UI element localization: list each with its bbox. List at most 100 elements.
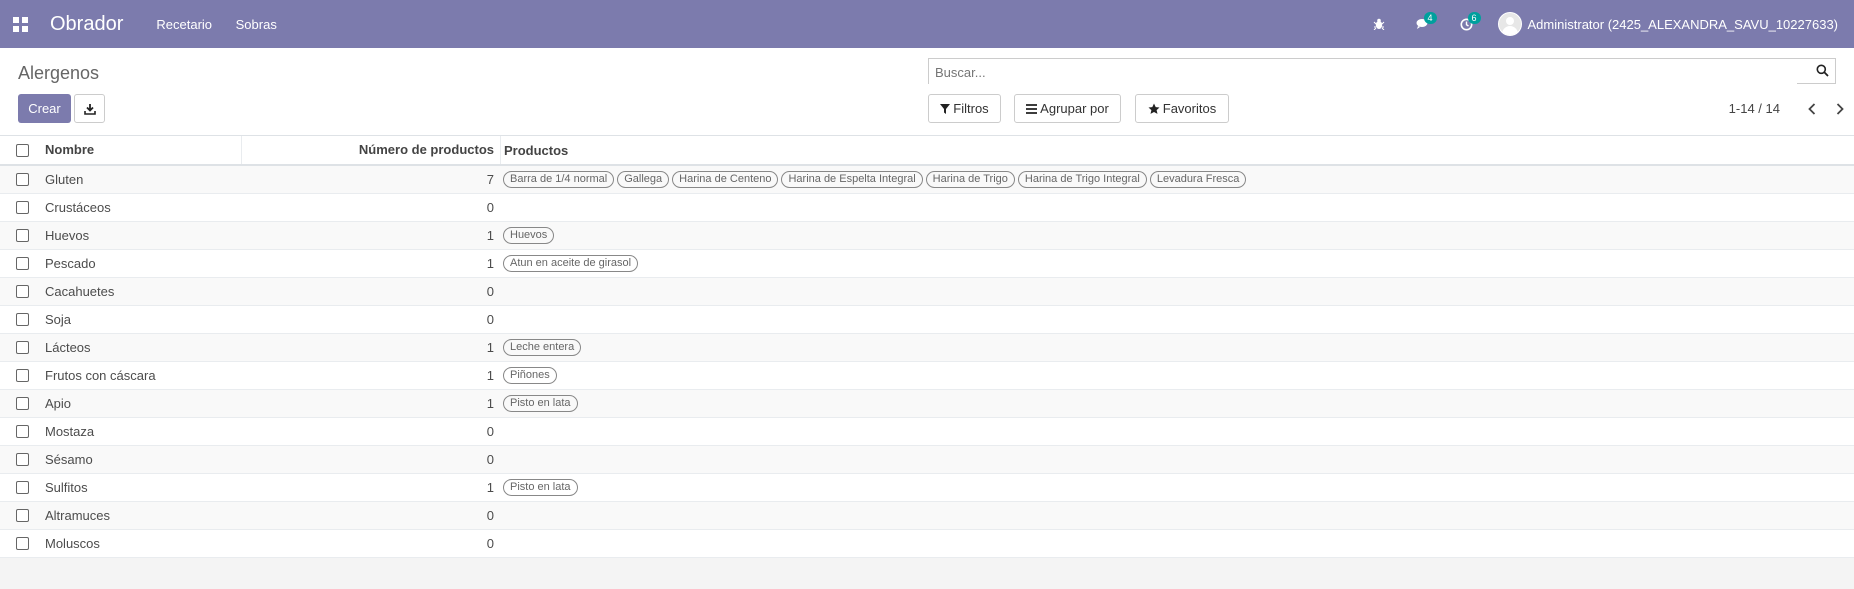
- row-checkbox[interactable]: [15, 537, 29, 550]
- download-button[interactable]: [74, 94, 105, 123]
- create-button[interactable]: Crear: [18, 94, 71, 123]
- row-checkbox[interactable]: [15, 285, 29, 298]
- cell-nombre: Gluten: [45, 172, 84, 187]
- product-tag: Gallega: [617, 171, 670, 188]
- product-tag: Huevos: [503, 227, 555, 244]
- table-row[interactable]: Lácteos 1 Leche entera: [0, 334, 1854, 362]
- groupby-button[interactable]: Agrupar por: [1014, 94, 1121, 123]
- filters-button[interactable]: Filtros: [928, 94, 1001, 123]
- cell-numero-productos: 1: [486, 228, 494, 243]
- groupby-label: Agrupar por: [1040, 101, 1109, 116]
- main-menu: Recetario Sobras: [156, 17, 296, 32]
- pager-next-icon[interactable]: [1826, 102, 1854, 115]
- cell-nombre: Cacahuetes: [45, 284, 115, 299]
- row-checkbox[interactable]: [15, 257, 29, 270]
- table-body: Gluten 7 Barra de 1/4 normal Gallega Harina …: [0, 166, 1854, 558]
- cell-nombre: Crustáceos: [45, 200, 111, 215]
- row-checkbox[interactable]: [15, 369, 29, 382]
- cell-numero-productos: 1: [486, 340, 494, 355]
- product-tag: Leche entera: [503, 339, 582, 356]
- apps-menu-icon[interactable]: [10, 14, 30, 34]
- cell-productos: Piñones: [500, 367, 557, 384]
- cell-numero-productos: 0: [486, 200, 494, 215]
- cell-nombre: Mostaza: [45, 424, 95, 439]
- product-tag: Atun en aceite de girasol: [503, 255, 639, 272]
- table-row[interactable]: Moluscos 0: [0, 530, 1854, 558]
- cell-numero-productos: 0: [486, 508, 494, 523]
- top-navbar: Obrador Recetario Sobras 4 6 Administrat…: [0, 0, 1854, 48]
- row-checkbox[interactable]: [15, 313, 29, 326]
- search-input[interactable]: [929, 59, 1797, 85]
- table-row[interactable]: Altramuces 0: [0, 502, 1854, 530]
- activities-badge: 6: [1467, 12, 1481, 24]
- product-tag: Piñones: [503, 367, 557, 384]
- debug-bug-icon[interactable]: [1366, 11, 1392, 37]
- menu-item-recetario[interactable]: Recetario: [156, 17, 212, 32]
- cell-productos: Huevos: [500, 227, 555, 244]
- table-row[interactable]: Frutos con cáscara 1 Piñones: [0, 362, 1854, 390]
- messages-icon[interactable]: 4: [1410, 11, 1437, 37]
- table-row[interactable]: Sulfitos 1 Pisto en lata: [0, 474, 1854, 502]
- product-tag: Barra de 1/4 normal: [503, 171, 615, 188]
- page-background: [0, 558, 1854, 589]
- product-tag: Harina de Espelta Integral: [781, 171, 923, 188]
- row-checkbox[interactable]: [15, 341, 29, 354]
- cell-productos: Pisto en lata: [500, 479, 578, 496]
- cell-nombre: Altramuces: [45, 508, 111, 523]
- table-row[interactable]: Soja 0: [0, 306, 1854, 334]
- menu-item-sobras[interactable]: Sobras: [236, 17, 277, 32]
- row-checkbox[interactable]: [15, 201, 29, 214]
- user-avatar[interactable]: [1497, 12, 1522, 36]
- table-row[interactable]: Mostaza 0: [0, 418, 1854, 446]
- row-checkbox[interactable]: [15, 481, 29, 494]
- row-checkbox[interactable]: [15, 397, 29, 410]
- favorites-button[interactable]: Favoritos: [1135, 94, 1229, 123]
- cell-productos: Barra de 1/4 normal Gallega Harina de Cent…: [500, 171, 1247, 188]
- table-row[interactable]: Crustáceos 0: [0, 194, 1854, 222]
- row-checkbox[interactable]: [15, 425, 29, 438]
- table-row[interactable]: Huevos 1 Huevos: [0, 222, 1854, 250]
- product-tag: Harina de Trigo: [925, 171, 1015, 188]
- cell-nombre: Soja: [45, 312, 72, 327]
- cell-numero-productos: 0: [486, 284, 494, 299]
- cell-numero-productos: 1: [486, 480, 494, 495]
- control-panel: Alergenos Crear Filtros Agrupar por Favo…: [0, 48, 1854, 136]
- filter-icon: [940, 103, 951, 114]
- table-row[interactable]: Gluten 7 Barra de 1/4 normal Gallega Harina …: [0, 166, 1854, 194]
- select-all-checkbox[interactable]: [15, 143, 29, 157]
- cell-numero-productos: 0: [486, 424, 494, 439]
- cell-productos: Leche entera: [500, 339, 582, 356]
- cell-nombre: Apio: [45, 396, 72, 411]
- user-menu[interactable]: Administrator (2425_ALEXANDRA_SAVU_10227…: [1528, 17, 1838, 32]
- product-tag: Pisto en lata: [503, 479, 578, 496]
- favorites-label: Favoritos: [1162, 101, 1217, 116]
- search-icon[interactable]: [1816, 64, 1829, 80]
- cell-numero-productos: 0: [486, 536, 494, 551]
- header-nombre[interactable]: Nombre: [44, 136, 242, 164]
- app-brand[interactable]: Obrador: [50, 13, 123, 36]
- table-row[interactable]: Pescado 1 Atun en aceite de girasol: [0, 250, 1854, 278]
- activities-clock-icon[interactable]: 6: [1454, 11, 1481, 37]
- cell-productos: Pisto en lata: [500, 395, 578, 412]
- cell-numero-productos: 0: [486, 312, 494, 327]
- cell-numero-productos: 1: [486, 396, 494, 411]
- table-row[interactable]: Apio 1 Pisto en lata: [0, 390, 1854, 418]
- cell-numero-productos: 0: [486, 452, 494, 467]
- table-row[interactable]: Cacahuetes 0: [0, 278, 1854, 306]
- row-checkbox[interactable]: [15, 509, 29, 522]
- table-row[interactable]: Sésamo 0: [0, 446, 1854, 474]
- cell-numero-productos: 1: [486, 368, 494, 383]
- pager-value[interactable]: 1-14 / 14: [1729, 101, 1780, 116]
- product-tag: Harina de Centeno: [672, 171, 779, 188]
- product-tag: Harina de Trigo Integral: [1017, 171, 1147, 188]
- filters-label: Filtros: [953, 101, 989, 116]
- header-numero-productos[interactable]: Número de productos: [242, 136, 501, 164]
- cell-nombre: Lácteos: [45, 340, 91, 355]
- row-checkbox[interactable]: [15, 229, 29, 242]
- list-icon: [1026, 103, 1038, 114]
- pager: 1-14 / 14: [1729, 94, 1854, 123]
- row-checkbox[interactable]: [15, 453, 29, 466]
- pager-previous-icon[interactable]: [1798, 102, 1826, 115]
- row-checkbox[interactable]: [15, 173, 29, 186]
- header-productos[interactable]: Productos: [501, 143, 568, 158]
